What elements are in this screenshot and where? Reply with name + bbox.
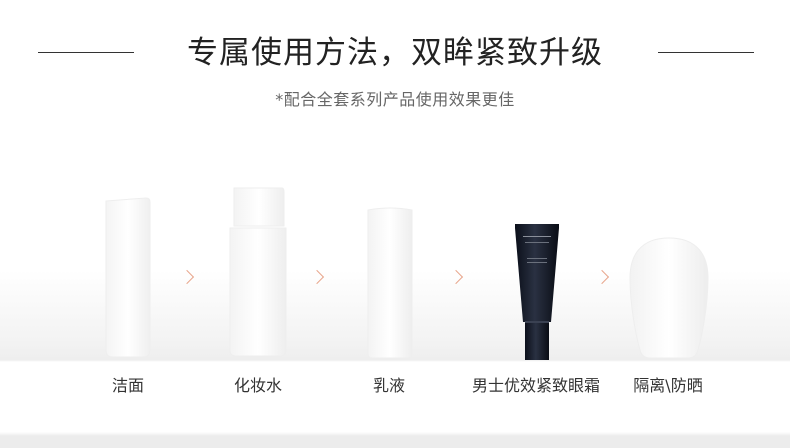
title-divider-right — [658, 52, 754, 53]
step-emulsion — [362, 204, 418, 360]
toner-bottle-icon — [229, 187, 287, 357]
step-arrow-3 — [448, 269, 464, 285]
step-toner — [226, 184, 290, 360]
title-row: 专属使用方法，双眸紧致升级 — [0, 30, 790, 76]
step-eye-cream — [513, 222, 561, 362]
product-steps-banner: 专属使用方法，双眸紧致升级 *配合全套系列产品使用效果更佳 洁面 化妆水 乳液 … — [0, 0, 790, 448]
step-arrow-2 — [309, 269, 325, 285]
step-label-toner: 化妆水 — [233, 376, 282, 395]
step-label-emulsion: 乳液 — [372, 376, 405, 395]
step-cleanser — [96, 195, 160, 360]
step-arrow-1 — [179, 269, 195, 285]
eye-cream-tube-icon — [515, 224, 559, 360]
step-arrow-4 — [594, 269, 610, 285]
page-subtitle: *配合全套系列产品使用效果更佳 — [275, 90, 515, 109]
cleanser-bottle-icon — [105, 197, 151, 358]
step-sunscreen — [628, 236, 710, 360]
emulsion-bottle-icon — [367, 207, 413, 359]
step-label-cleanser: 洁面 — [111, 376, 144, 395]
page-title: 专属使用方法，双眸紧致升级 — [187, 35, 603, 71]
sunscreen-bottle-icon — [629, 237, 709, 359]
step-label-eye-cream: 男士优效紧致眼霜 — [471, 376, 600, 395]
step-label-sunscreen: 隔离\防晒 — [633, 376, 703, 395]
